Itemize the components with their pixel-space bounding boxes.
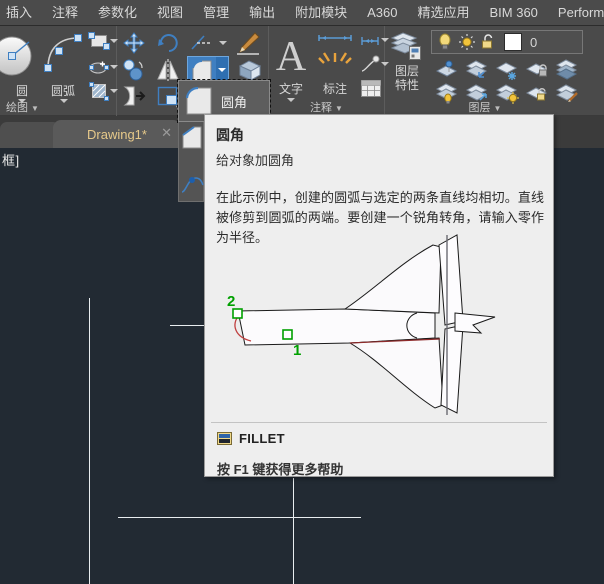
pick-marker-1 bbox=[283, 330, 292, 339]
current-layer-name: 0 bbox=[530, 35, 537, 50]
move-tool[interactable] bbox=[121, 31, 147, 55]
ribbon-tab-addins[interactable]: 附加模块 bbox=[285, 0, 357, 26]
tooltip-separator bbox=[211, 422, 547, 423]
text-tool-label: 文字 bbox=[271, 80, 311, 97]
layer-properties-label-line2: 特性 bbox=[387, 78, 427, 92]
fillet-flyout-list[interactable] bbox=[178, 122, 204, 202]
tooltip-command-row: FILLET bbox=[217, 431, 285, 446]
panel-draw-title: 绘图▼ bbox=[0, 99, 122, 115]
3d-array-tool[interactable] bbox=[237, 58, 263, 82]
close-icon[interactable]: ✕ bbox=[161, 126, 172, 140]
match-properties-tool[interactable] bbox=[235, 30, 261, 56]
layer-thaw-sun-icon[interactable] bbox=[458, 33, 476, 51]
panel-layers-title-text: 图层 bbox=[469, 102, 491, 114]
layer-lock-tool[interactable] bbox=[525, 58, 551, 80]
pick-marker-2 bbox=[233, 309, 242, 318]
trim-tool[interactable] bbox=[189, 31, 217, 55]
ribbon-tab-a360[interactable]: A360 bbox=[357, 0, 407, 26]
current-layer-control[interactable]: 0 bbox=[431, 30, 583, 54]
dimension-tool[interactable] bbox=[315, 31, 355, 75]
ribbon-tab-featured[interactable]: 精选应用 bbox=[407, 0, 479, 26]
layer-isolate-tool[interactable] bbox=[555, 58, 581, 80]
ribbon-tab-view[interactable]: 视图 bbox=[147, 0, 193, 26]
layer-on-bulb-icon[interactable] bbox=[436, 33, 454, 51]
layer-previous-tool[interactable] bbox=[465, 58, 491, 80]
circle-tool[interactable] bbox=[0, 30, 44, 82]
pick-label-1: 1 bbox=[293, 342, 301, 359]
canvas-line-vertical-left bbox=[89, 298, 90, 584]
panel-draw: 圆 圆弧 bbox=[0, 26, 117, 116]
panel-layers-title: 图层▼ bbox=[385, 99, 585, 115]
ribbon-tab-insert[interactable]: 插入 bbox=[0, 0, 42, 26]
ribbon-panel-strip: 圆 圆弧 bbox=[0, 26, 604, 116]
ribbon-tab-bim360[interactable]: BIM 360 bbox=[480, 0, 548, 26]
pick-label-2: 2 bbox=[227, 293, 235, 310]
copy-tool[interactable] bbox=[121, 58, 147, 82]
start-tab[interactable] bbox=[0, 122, 60, 148]
circle-tool-label: 圆 bbox=[0, 82, 44, 99]
panel-annotation-title: 注释▼ bbox=[269, 99, 384, 115]
layer-color-swatch[interactable] bbox=[504, 33, 522, 51]
rotate-tool[interactable] bbox=[155, 31, 181, 55]
svg-text:A: A bbox=[276, 34, 307, 76]
tooltip-illustration: 2 1 bbox=[205, 233, 553, 423]
layer-match-tool[interactable] bbox=[435, 58, 461, 80]
arc-tool[interactable] bbox=[40, 30, 86, 76]
tooltip-title: 圆角 bbox=[216, 125, 244, 145]
tooltip-subtitle: 给对象加圆角 bbox=[216, 150, 294, 169]
layer-properties-tool[interactable] bbox=[389, 30, 423, 62]
ribbon-tab-output[interactable]: 输出 bbox=[239, 0, 285, 26]
ellipse-tool[interactable] bbox=[88, 58, 110, 78]
ribbon-tab-parametric[interactable]: 参数化 bbox=[88, 0, 147, 26]
panel-annotation-title-text: 注释 bbox=[310, 102, 332, 114]
fillet-flyout-label: 圆角 bbox=[221, 92, 247, 111]
ribbon-tab-manage[interactable]: 管理 bbox=[193, 0, 239, 26]
command-prompt-text: 框] bbox=[2, 150, 20, 169]
canvas-line-vertical-center bbox=[293, 478, 294, 584]
layer-freeze-tool[interactable] bbox=[495, 58, 521, 80]
panel-layers: 图层 特性 0 bbox=[385, 26, 604, 116]
command-icon bbox=[217, 432, 232, 445]
tooltip-help-text: 按 F1 键获得更多帮助 bbox=[217, 459, 343, 478]
fillet-tooltip: 圆角 给对象加圆角 在此示例中，创建的圆弧与选定的两条直线均相切。直线被修剪到圆… bbox=[204, 114, 554, 477]
arc-tool-label: 圆弧 bbox=[40, 82, 86, 99]
table-tool[interactable] bbox=[359, 78, 383, 100]
leader-tool[interactable] bbox=[359, 54, 381, 74]
linear-dimension-tool[interactable] bbox=[359, 32, 381, 50]
ribbon-tab-bar: 插入 注释 参数化 视图 管理 输出 附加模块 A360 精选应用 BIM 36… bbox=[0, 0, 604, 26]
panel-draw-title-text: 绘图 bbox=[6, 102, 28, 114]
layer-unlock-icon[interactable] bbox=[480, 33, 498, 51]
rectangle-tool[interactable] bbox=[88, 32, 110, 52]
panel-annotation: A 文字 标注 bbox=[269, 26, 385, 116]
tooltip-command-name: FILLET bbox=[239, 431, 285, 446]
drawing-tab-drawing1[interactable]: Drawing1* ✕ bbox=[53, 120, 181, 148]
text-tool[interactable]: A bbox=[271, 32, 311, 76]
layer-properties-label: 图层 特性 bbox=[387, 64, 427, 92]
canvas-line-horizontal-low bbox=[118, 517, 361, 518]
mirror-tool[interactable] bbox=[155, 58, 181, 82]
trim-dropdown-icon[interactable] bbox=[219, 41, 227, 45]
ribbon-tab-performance[interactable]: Performance bbox=[548, 0, 604, 26]
ribbon-tab-annotate[interactable]: 注释 bbox=[42, 0, 88, 26]
dimension-tool-label: 标注 bbox=[315, 80, 355, 97]
drawing-tab-label: Drawing1* bbox=[87, 127, 147, 142]
layer-properties-label-line1: 图层 bbox=[387, 64, 427, 78]
